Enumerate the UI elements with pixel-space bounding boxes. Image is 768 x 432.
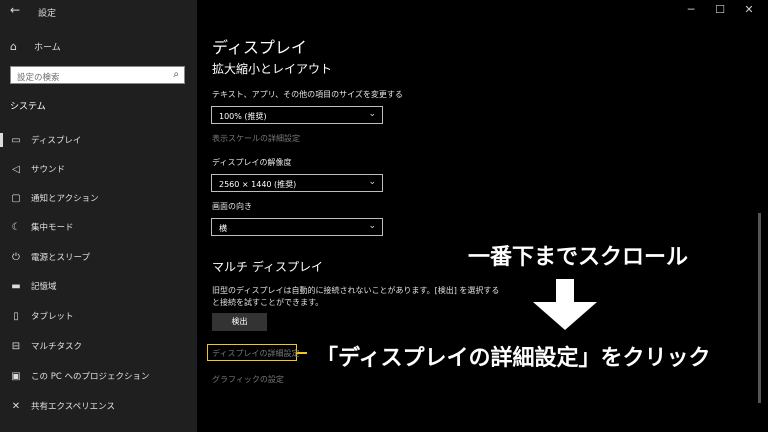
sidebar-item-label: 電源とスリープ: [31, 253, 90, 263]
home-label: ホーム: [34, 42, 61, 53]
sidebar-item-label: 通知とアクション: [31, 194, 99, 204]
sidebar-item-tablet[interactable]: ▯ タブレット: [0, 302, 197, 330]
section-label: システム: [10, 102, 46, 112]
sidebar-item-label: この PC へのプロジェクション: [31, 372, 150, 382]
tablet-icon: ▯: [13, 310, 19, 322]
sidebar-item-focus[interactable]: ☾ 集中モード: [0, 213, 197, 241]
search-placeholder: 設定の検索: [17, 73, 60, 83]
sidebar-item-sound[interactable]: ◁ サウンド: [0, 155, 197, 183]
sidebar-item-display[interactable]: ▭ ディスプレイ: [0, 126, 197, 154]
sidebar-item-label: 共有エクスペリエンス: [31, 402, 115, 412]
orientation-dropdown[interactable]: 横 ⌄: [211, 218, 383, 236]
search-input[interactable]: 設定の検索 ⌕: [10, 66, 185, 84]
scale-dropdown[interactable]: 100% (推奨) ⌄: [211, 106, 383, 124]
orientation-value: 横: [219, 224, 227, 233]
sidebar-item-shared[interactable]: ✕ 共有エクスペリエンス: [0, 392, 197, 420]
moon-icon: ☾: [11, 221, 21, 233]
multi-display-heading: マルチ ディスプレイ: [212, 260, 323, 274]
resolution-dropdown[interactable]: 2560 × 1440 (推奨) ⌄: [211, 174, 383, 192]
down-arrow-icon: [556, 279, 574, 303]
sidebar-item-multitask[interactable]: ⊟ マルチタスク: [0, 332, 197, 360]
page-title: ディスプレイ: [212, 38, 307, 57]
advanced-scale-link[interactable]: 表示スケールの詳細設定: [212, 133, 300, 144]
projection-icon: ▣: [11, 370, 21, 382]
orientation-label: 画面の向き: [212, 202, 252, 211]
chevron-down-icon: ⌄: [368, 109, 376, 119]
sidebar-item-storage[interactable]: ▬ 記憶域: [0, 272, 197, 300]
display-icon: ▭: [11, 134, 21, 146]
home-icon: ⌂: [10, 39, 17, 53]
resolution-label: ディスプレイの解像度: [212, 158, 292, 167]
graphics-settings-link[interactable]: グラフィックの設定: [212, 374, 284, 385]
sidebar-item-power[interactable]: ⏻ 電源とスリープ: [0, 243, 197, 271]
down-arrow-head: [533, 302, 597, 330]
scrollbar[interactable]: [758, 213, 761, 403]
detect-button[interactable]: 検出: [212, 313, 267, 331]
power-icon: ⏻: [12, 251, 20, 263]
scale-value: 100% (推奨): [219, 112, 267, 121]
notification-icon: ▢: [11, 192, 21, 204]
multitask-icon: ⊟: [11, 340, 21, 352]
advanced-display-link[interactable]: ディスプレイの詳細設定: [212, 348, 299, 359]
home-nav-item[interactable]: ⌂ ホーム: [10, 38, 61, 54]
settings-window: ⌂ ホーム 設定の検索 ⌕ システム ▭ ディスプレイ ◁ サウンド ▢ 通知と…: [0, 0, 768, 432]
sidebar: ⌂ ホーム 設定の検索 ⌕ システム ▭ ディスプレイ ◁ サウンド ▢ 通知と…: [0, 0, 197, 432]
storage-icon: ▬: [11, 280, 21, 292]
sidebar-item-projection[interactable]: ▣ この PC へのプロジェクション: [0, 362, 197, 390]
sidebar-item-notifications[interactable]: ▢ 通知とアクション: [0, 184, 197, 212]
click-instruction: 「ディスプレイの詳細設定」をクリック: [316, 346, 711, 371]
speaker-icon: ◁: [12, 163, 20, 175]
scale-heading: 拡大縮小とレイアウト: [212, 62, 333, 76]
window-title: 設定: [38, 9, 57, 19]
sidebar-item-label: タブレット: [31, 312, 74, 322]
chevron-down-icon: ⌄: [368, 221, 376, 231]
scroll-instruction: 一番下までスクロール: [468, 245, 689, 270]
chevron-down-icon: ⌄: [368, 177, 376, 187]
sidebar-item-label: ディスプレイ: [31, 136, 82, 146]
search-icon[interactable]: ⌕: [173, 69, 179, 80]
sidebar-item-label: 集中モード: [31, 223, 74, 233]
sidebar-item-label: 記憶域: [31, 282, 57, 292]
sidebar-item-label: マルチタスク: [31, 342, 83, 352]
multi-display-text: 旧型のディスプレイは自動的に接続されないことがあります。[検出] を選択すると接…: [212, 286, 500, 307]
scale-label: テキスト、アプリ、その他の項目のサイズを変更する: [212, 90, 403, 99]
resolution-value: 2560 × 1440 (推奨): [219, 180, 297, 189]
shared-experience-icon: ✕: [11, 400, 21, 412]
sidebar-item-label: サウンド: [31, 165, 66, 175]
back-arrow-icon[interactable]: ←: [10, 3, 20, 17]
